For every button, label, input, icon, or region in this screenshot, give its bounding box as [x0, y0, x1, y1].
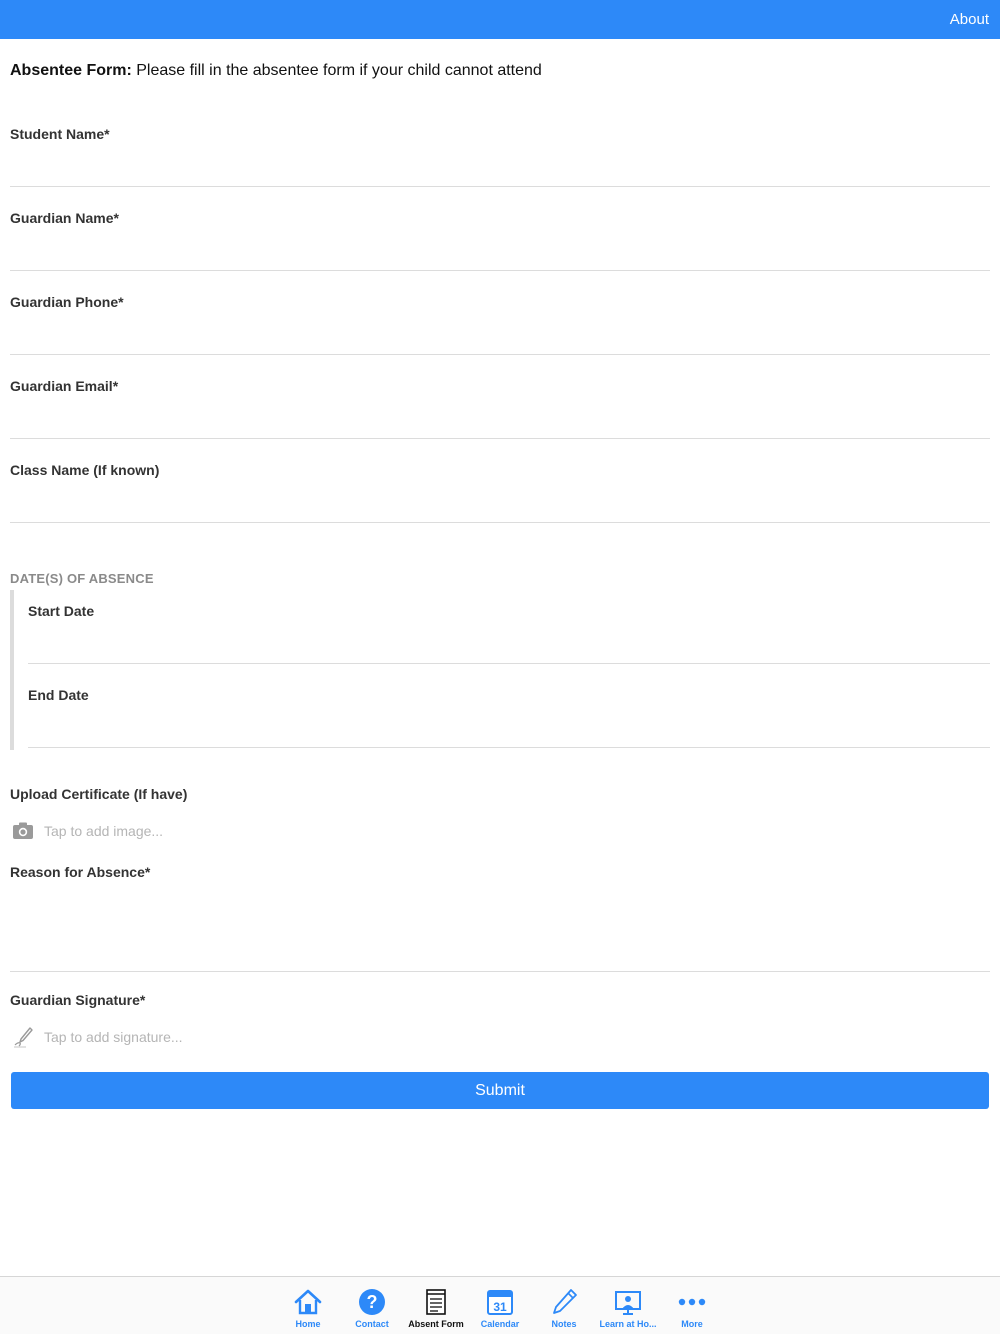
tab-absent-form-label: Absent Form [408, 1319, 464, 1329]
calendar-icon-day: 31 [493, 1300, 507, 1314]
student-name-input[interactable] [10, 158, 990, 184]
home-icon [294, 1289, 322, 1315]
class-name-label: Class Name (If known) [10, 462, 160, 478]
start-date-label: Start Date [28, 603, 95, 619]
form-intro: Absentee Form: Please fill in the absent… [10, 62, 542, 80]
screen-icon [615, 1291, 641, 1315]
form-description: Please fill in the absentee form if your… [131, 62, 542, 79]
tab-more[interactable]: More [660, 1277, 724, 1334]
form-icon [426, 1289, 446, 1315]
end-date-label: End Date [28, 687, 89, 703]
start-date-input[interactable] [28, 635, 990, 661]
tab-absent-form[interactable]: Absent Form [404, 1277, 468, 1334]
form-title: Absentee Form: [10, 62, 132, 79]
student-name-label: Student Name* [10, 126, 110, 142]
tab-contact-label: Contact [355, 1319, 389, 1329]
tab-learn-at-home[interactable]: Learn at Ho... [596, 1277, 660, 1334]
guardian-email-field: Guardian Email* [10, 378, 990, 439]
add-signature-placeholder: Tap to add signature... [44, 1029, 183, 1045]
guardian-name-field: Guardian Name* [10, 210, 990, 271]
submit-button[interactable]: Submit [11, 1072, 989, 1109]
guardian-email-input[interactable] [10, 410, 990, 436]
guardian-name-input[interactable] [10, 242, 990, 268]
about-link[interactable]: About [950, 11, 989, 28]
tab-more-label: More [681, 1319, 703, 1329]
guardian-email-label: Guardian Email* [10, 378, 119, 394]
reason-field: Reason for Absence* [10, 862, 990, 972]
class-name-input[interactable] [10, 494, 990, 520]
add-signature-button[interactable]: Tap to add signature... [10, 1026, 410, 1048]
reason-label: Reason for Absence* [10, 864, 151, 880]
add-image-button[interactable]: Tap to add image... [10, 820, 410, 842]
signature-pen-icon [14, 1027, 33, 1048]
start-date-field: Start Date [28, 603, 990, 664]
bottom-tab-bar: Home ? Contact Absent Form 31 Calendar N… [0, 1276, 1000, 1334]
tab-calendar[interactable]: 31 Calendar [468, 1277, 532, 1334]
pencil-icon [553, 1289, 577, 1314]
tab-notes[interactable]: Notes [532, 1277, 596, 1334]
add-image-placeholder: Tap to add image... [44, 823, 164, 839]
tab-calendar-label: Calendar [480, 1319, 520, 1329]
reason-textarea[interactable] [10, 892, 990, 966]
question-icon: ? [359, 1289, 385, 1315]
guardian-phone-field: Guardian Phone* [10, 294, 990, 355]
tab-learn-at-home-label: Learn at Ho... [599, 1319, 657, 1329]
tab-contact[interactable]: ? Contact [340, 1277, 404, 1334]
absence-dates-section-title: DATE(S) OF ABSENCE [10, 571, 154, 586]
student-name-field: Student Name* [10, 126, 990, 187]
tab-notes-label: Notes [551, 1319, 577, 1329]
tab-home[interactable]: Home [276, 1277, 340, 1334]
top-nav-bar: About [0, 0, 1000, 39]
end-date-field: End Date [28, 687, 990, 748]
more-icon [678, 1298, 706, 1306]
end-date-input[interactable] [28, 719, 990, 745]
calendar-icon: 31 [487, 1290, 513, 1315]
absence-dates-group-bar [10, 590, 14, 750]
camera-icon [13, 822, 33, 839]
guardian-phone-input[interactable] [10, 326, 990, 352]
guardian-name-label: Guardian Name* [10, 210, 119, 226]
svg-text:?: ? [367, 1292, 378, 1312]
guardian-phone-label: Guardian Phone* [10, 294, 124, 310]
tab-home-label: Home [295, 1319, 321, 1329]
class-name-field: Class Name (If known) [10, 462, 990, 523]
upload-certificate-label: Upload Certificate (If have) [10, 786, 188, 802]
guardian-signature-label: Guardian Signature* [10, 992, 146, 1008]
